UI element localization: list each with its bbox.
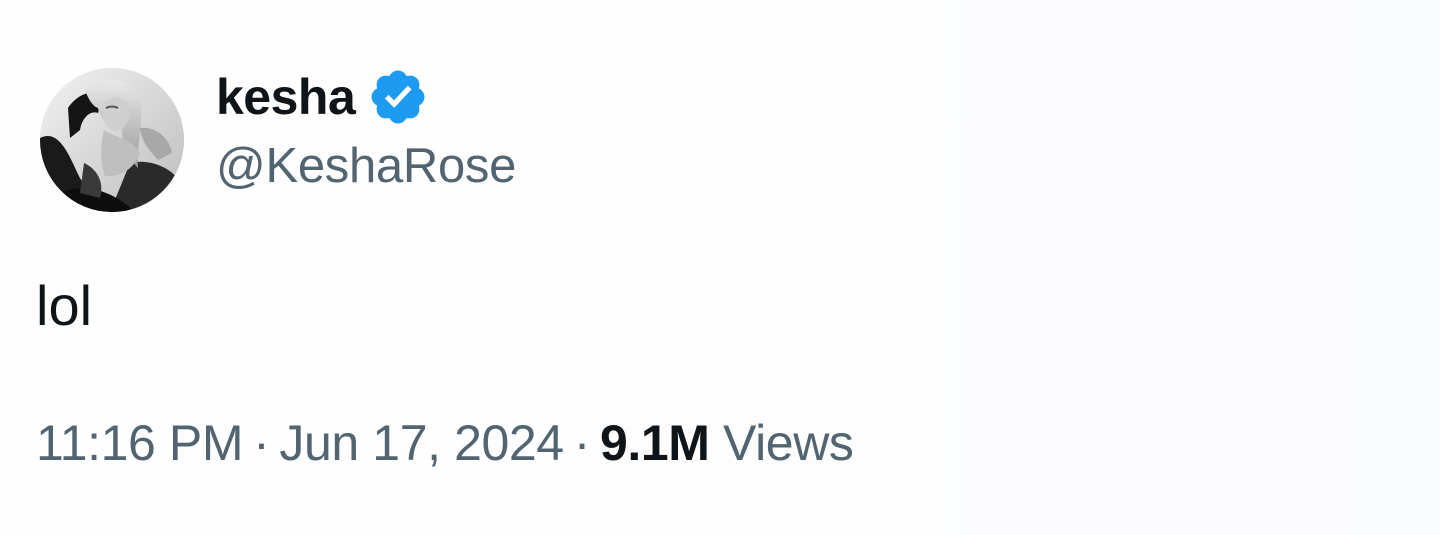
- meta-separator: ·: [253, 415, 270, 471]
- views-count[interactable]: 9.1M: [600, 415, 710, 471]
- verified-badge-icon: [367, 66, 429, 128]
- user-handle[interactable]: @KeshaRose: [216, 142, 516, 191]
- tweet-time[interactable]: 11:16 PM: [36, 415, 244, 471]
- avatar[interactable]: [40, 68, 184, 212]
- tweet-meta: 11:16 PM · Jun 17, 2024 · 9.1M Views: [36, 418, 854, 468]
- meta-separator: ·: [573, 415, 591, 471]
- views-label[interactable]: Views: [723, 415, 854, 471]
- tweet-date[interactable]: Jun 17, 2024: [279, 415, 564, 471]
- tweet-text: lol: [36, 274, 93, 337]
- display-name[interactable]: kesha: [216, 72, 356, 122]
- tweet-card: kesha @KeshaRose lol 11:16 PM · Jun 17, 20…: [0, 0, 1440, 535]
- avatar-photo: [40, 68, 184, 212]
- author-name-row[interactable]: kesha: [216, 62, 429, 132]
